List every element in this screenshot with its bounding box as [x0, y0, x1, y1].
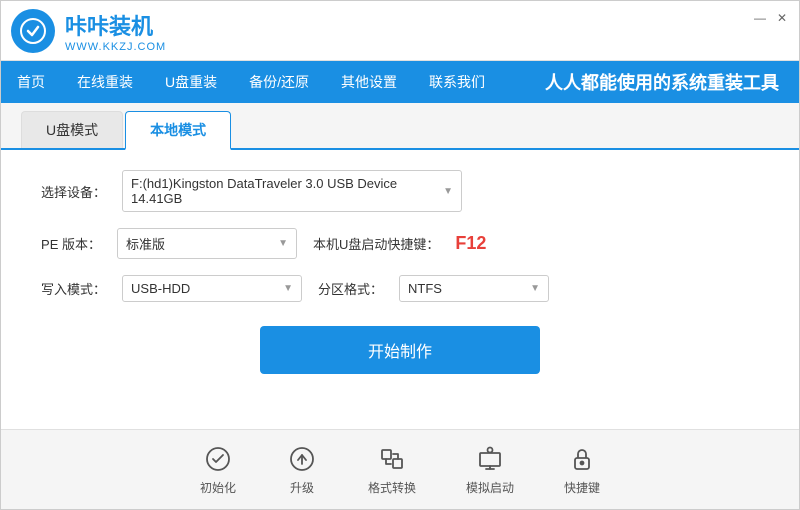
- title-bar: 咔咔装机 WWW.KKZJ.COM — ✕: [1, 1, 799, 61]
- tool-upgrade[interactable]: 升级: [286, 443, 318, 496]
- device-select[interactable]: F:(hd1)Kingston DataTraveler 3.0 USB Dev…: [122, 170, 462, 212]
- nav-online-install[interactable]: 在线重装: [61, 61, 149, 103]
- tab-local-mode[interactable]: 本地模式: [125, 111, 231, 150]
- device-select-value: F:(hd1)Kingston DataTraveler 3.0 USB Dev…: [131, 176, 435, 206]
- write-select[interactable]: USB-HDD ▼: [122, 275, 302, 302]
- app-window: 咔咔装机 WWW.KKZJ.COM — ✕ 首页 在线重装 U盘重装 备份/还原…: [0, 0, 800, 510]
- tab-bar: U盘模式 本地模式: [1, 103, 799, 150]
- nav-usb-install[interactable]: U盘重装: [149, 61, 233, 103]
- nav-backup-restore[interactable]: 备份/还原: [233, 61, 325, 103]
- pe-select-value: 标准版: [126, 234, 165, 253]
- tool-simulate-boot[interactable]: 模拟启动: [466, 443, 514, 496]
- nav-contact[interactable]: 联系我们: [413, 61, 501, 103]
- tool-format-convert-label: 格式转换: [368, 479, 416, 496]
- pe-row: PE 版本： 标准版 ▼ 本机U盘启动快捷键： F12: [41, 228, 759, 259]
- write-select-value: USB-HDD: [131, 281, 190, 296]
- main-content: 选择设备： F:(hd1)Kingston DataTraveler 3.0 U…: [1, 150, 799, 429]
- close-button[interactable]: ✕: [775, 11, 789, 25]
- app-logo-icon: [11, 9, 55, 53]
- convert-icon: [376, 443, 408, 475]
- write-row: 写入模式： USB-HDD ▼ 分区格式： NTFS ▼: [41, 275, 759, 302]
- nav-other-settings[interactable]: 其他设置: [325, 61, 413, 103]
- logo-text: 咔咔装机 WWW.KKZJ.COM: [65, 9, 166, 53]
- partition-select-arrow: ▼: [530, 283, 540, 294]
- app-title: 咔咔装机: [65, 9, 166, 41]
- write-select-arrow: ▼: [283, 283, 293, 294]
- device-label: 选择设备：: [41, 182, 106, 201]
- minimize-button[interactable]: —: [753, 11, 767, 25]
- pe-select[interactable]: 标准版 ▼: [117, 228, 297, 259]
- pe-label: PE 版本：: [41, 234, 101, 253]
- tool-format-convert[interactable]: 格式转换: [368, 443, 416, 496]
- partition-select-value: NTFS: [408, 281, 442, 296]
- tool-hotkey-label: 快捷键: [564, 479, 600, 496]
- app-subtitle: WWW.KKZJ.COM: [65, 41, 166, 53]
- device-select-arrow: ▼: [443, 186, 453, 197]
- tab-usb-mode[interactable]: U盘模式: [21, 111, 123, 148]
- hotkey-label: 本机U盘启动快捷键：: [313, 234, 439, 253]
- pe-select-arrow: ▼: [278, 238, 288, 249]
- upload-circle-icon: [286, 443, 318, 475]
- tool-initialize-label: 初始化: [200, 479, 236, 496]
- bottom-toolbar: 初始化 升级 格式转换: [1, 429, 799, 509]
- logo-area: 咔咔装机 WWW.KKZJ.COM: [11, 9, 166, 53]
- partition-label: 分区格式：: [318, 279, 383, 298]
- hotkey-value: F12: [455, 233, 486, 254]
- check-circle-icon: [202, 443, 234, 475]
- nav-bar: 首页 在线重装 U盘重装 备份/还原 其他设置 联系我们 人人都能使用的系统重装…: [1, 61, 799, 103]
- tool-initialize[interactable]: 初始化: [200, 443, 236, 496]
- tool-hotkey[interactable]: 快捷键: [564, 443, 600, 496]
- window-controls: — ✕: [753, 11, 789, 25]
- lock-icon: [566, 443, 598, 475]
- make-button[interactable]: 开始制作: [260, 326, 540, 374]
- person-screen-icon: [474, 443, 506, 475]
- device-row: 选择设备： F:(hd1)Kingston DataTraveler 3.0 U…: [41, 170, 759, 212]
- partition-select[interactable]: NTFS ▼: [399, 275, 549, 302]
- tool-simulate-boot-label: 模拟启动: [466, 479, 514, 496]
- write-label: 写入模式：: [41, 279, 106, 298]
- nav-slogan: 人人都能使用的系统重装工具: [545, 69, 799, 95]
- nav-home[interactable]: 首页: [1, 61, 61, 103]
- tool-upgrade-label: 升级: [290, 479, 314, 496]
